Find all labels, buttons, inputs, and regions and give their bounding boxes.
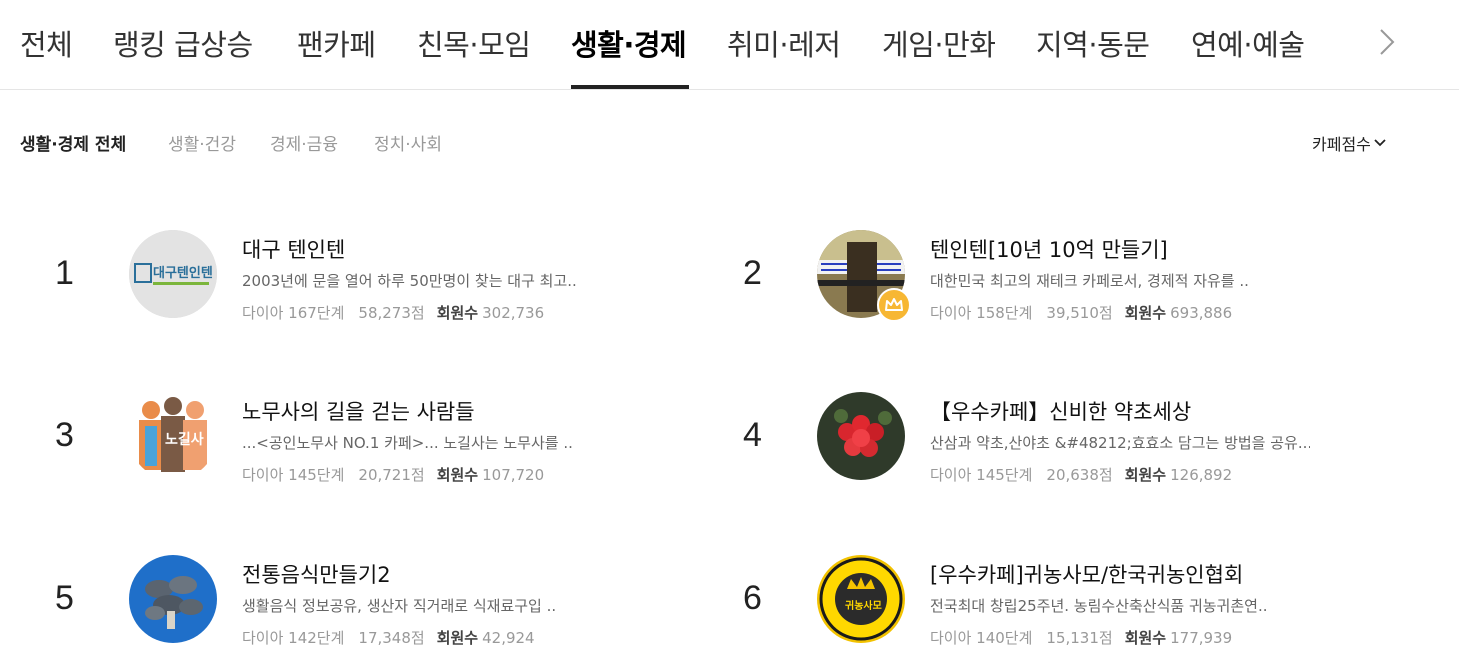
cafe-thumbnail[interactable]: 노길사 [129, 392, 217, 480]
crown-icon [877, 288, 911, 322]
thumb-text: 대구텐인텐 [153, 265, 213, 281]
tab-all[interactable]: 전체 [20, 22, 73, 64]
rank-number: 6 [743, 579, 762, 617]
subtab-life-economy-all[interactable]: 생활·경제 전체 [20, 130, 126, 155]
cafe-grade: 다이아 142단계 [242, 629, 345, 647]
cafe-thumbnail[interactable] [817, 392, 905, 480]
tab-friendship[interactable]: 친목·모임 [417, 22, 531, 64]
members-count: 177,939 [1170, 629, 1233, 647]
rank-number: 5 [55, 579, 74, 617]
sort-label: 카페점수 [1312, 135, 1371, 154]
cafe-score: 39,510점 [1046, 304, 1113, 322]
cafe-score: 58,273점 [358, 304, 425, 322]
cafe-grade: 다이아 158단계 [930, 304, 1033, 322]
cafe-grade: 다이아 140단계 [930, 629, 1033, 647]
active-tab-indicator [571, 85, 689, 89]
cafe-meta: 다이아 158단계 39,510점 회원수 693,886 [930, 302, 1232, 323]
cafe-name[interactable]: 노무사의 길을 걷는 사람들 [242, 396, 475, 426]
thumb-text: 노길사 [165, 432, 204, 448]
list-item[interactable]: 3 노길사 노무사의 길을 걷는 사람들 ...<공인노무사 NO.1 카페>.… [55, 392, 695, 492]
cafe-meta: 다이아 167단계 58,273점 회원수 302,736 [242, 302, 544, 323]
cafe-score: 20,721점 [358, 466, 425, 484]
tab-game-comic[interactable]: 게임·만화 [882, 22, 996, 64]
cafe-description: 산삼과 약초,산야초 &#48212;효효소 담그는 방법을 공유... [930, 434, 1310, 452]
list-item[interactable]: 4 【우수카페】신비한 약초세상 산삼과 약초,산야초 &#48212;효효소 … [743, 392, 1383, 492]
list-item[interactable]: 6 귀농사모 [우수카페]귀농사모/한국귀농인협회 전국최대 창립25주년. 농… [743, 555, 1383, 655]
members-label: 회원수 [1124, 466, 1167, 484]
tab-life-economy[interactable]: 생활·경제 [571, 22, 687, 64]
subtab-economy-finance[interactable]: 경제·금융 [270, 130, 338, 155]
rank-number: 2 [743, 254, 762, 292]
members-count: 126,892 [1170, 466, 1233, 484]
members-count: 302,736 [482, 304, 545, 322]
tab-region-alumni[interactable]: 지역·동문 [1036, 22, 1150, 64]
members-count: 107,720 [482, 466, 545, 484]
cafe-score: 20,638점 [1046, 466, 1113, 484]
tab-hobby-leisure[interactable]: 취미·레저 [727, 22, 841, 64]
cafe-description: 생활음식 정보공유, 생산자 직거래로 식재료구입 .. [242, 597, 557, 615]
tab-entertainment-art[interactable]: 연예·예술 [1191, 22, 1305, 64]
cafe-name[interactable]: 【우수카페】신비한 약초세상 [930, 396, 1191, 426]
chevron-right-icon[interactable] [1374, 28, 1400, 56]
members-label: 회원수 [1124, 304, 1167, 322]
sort-dropdown[interactable]: 카페점수 [1312, 131, 1386, 155]
members-count: 693,886 [1170, 304, 1233, 322]
cafe-meta: 다이아 142단계 17,348점 회원수 42,924 [242, 627, 535, 648]
thumb-text: 귀농사모 [845, 599, 882, 612]
category-tabs: 전체 랭킹 급상승 팬카페 친목·모임 생활·경제 취미·레저 게임·만화 지역… [0, 0, 1459, 90]
list-item[interactable]: 2 텐인텐[10년 10억 만들기] 대한민국 최고의 재테크 카페로서, 경제… [743, 230, 1383, 330]
tab-ranking-rising[interactable]: 랭킹 급상승 [113, 22, 253, 64]
list-item[interactable]: 1 대구텐인텐 대구 텐인텐 2003년에 문을 열어 하루 50만명이 찾는 … [55, 230, 695, 330]
cafe-description: 전국최대 창립25주년. 농림수산축산식품 귀농귀촌연.. [930, 597, 1268, 615]
rank-number: 1 [55, 254, 74, 292]
rank-number: 3 [55, 416, 74, 454]
members-label: 회원수 [436, 304, 479, 322]
members-label: 회원수 [436, 629, 479, 647]
cafe-grade: 다이아 145단계 [242, 466, 345, 484]
cafe-name[interactable]: 텐인텐[10년 10억 만들기] [930, 234, 1168, 264]
members-label: 회원수 [436, 466, 479, 484]
cafe-name[interactable]: [우수카페]귀농사모/한국귀농인협회 [930, 559, 1243, 589]
cafe-thumbnail[interactable]: 대구텐인텐 [129, 230, 217, 318]
cafe-name[interactable]: 대구 텐인텐 [242, 234, 345, 264]
members-count: 42,924 [482, 629, 535, 647]
members-label: 회원수 [1124, 629, 1167, 647]
cafe-description: 2003년에 문을 열어 하루 50만명이 찾는 대구 최고.. [242, 272, 577, 290]
cafe-grade: 다이아 145단계 [930, 466, 1033, 484]
cafe-meta: 다이아 140단계 15,131점 회원수 177,939 [930, 627, 1232, 648]
list-item[interactable]: 5 전통음식만들기2 생활음식 정보공유, 생산자 직거래로 식재료구입 .. … [55, 555, 695, 655]
subtab-politics-society[interactable]: 정치·사회 [374, 130, 442, 155]
rank-number: 4 [743, 416, 762, 454]
cafe-score: 15,131점 [1046, 629, 1113, 647]
tab-fancafe[interactable]: 팬카페 [297, 22, 376, 64]
cafe-meta: 다이아 145단계 20,638점 회원수 126,892 [930, 464, 1232, 485]
cafe-score: 17,348점 [358, 629, 425, 647]
cafe-thumbnail[interactable] [129, 555, 217, 643]
cafe-meta: 다이아 145단계 20,721점 회원수 107,720 [242, 464, 544, 485]
cafe-description: 대한민국 최고의 재테크 카페로서, 경제적 자유를 .. [930, 272, 1249, 290]
chevron-down-icon [1374, 134, 1386, 147]
cafe-name[interactable]: 전통음식만들기2 [242, 559, 391, 589]
subtab-life-health[interactable]: 생활·건강 [168, 130, 236, 155]
cafe-thumbnail[interactable]: 귀농사모 [817, 555, 905, 643]
cafe-description: ...<공인노무사 NO.1 카페>... 노길사는 노무사를 .. [242, 434, 573, 452]
cafe-grade: 다이아 167단계 [242, 304, 345, 322]
